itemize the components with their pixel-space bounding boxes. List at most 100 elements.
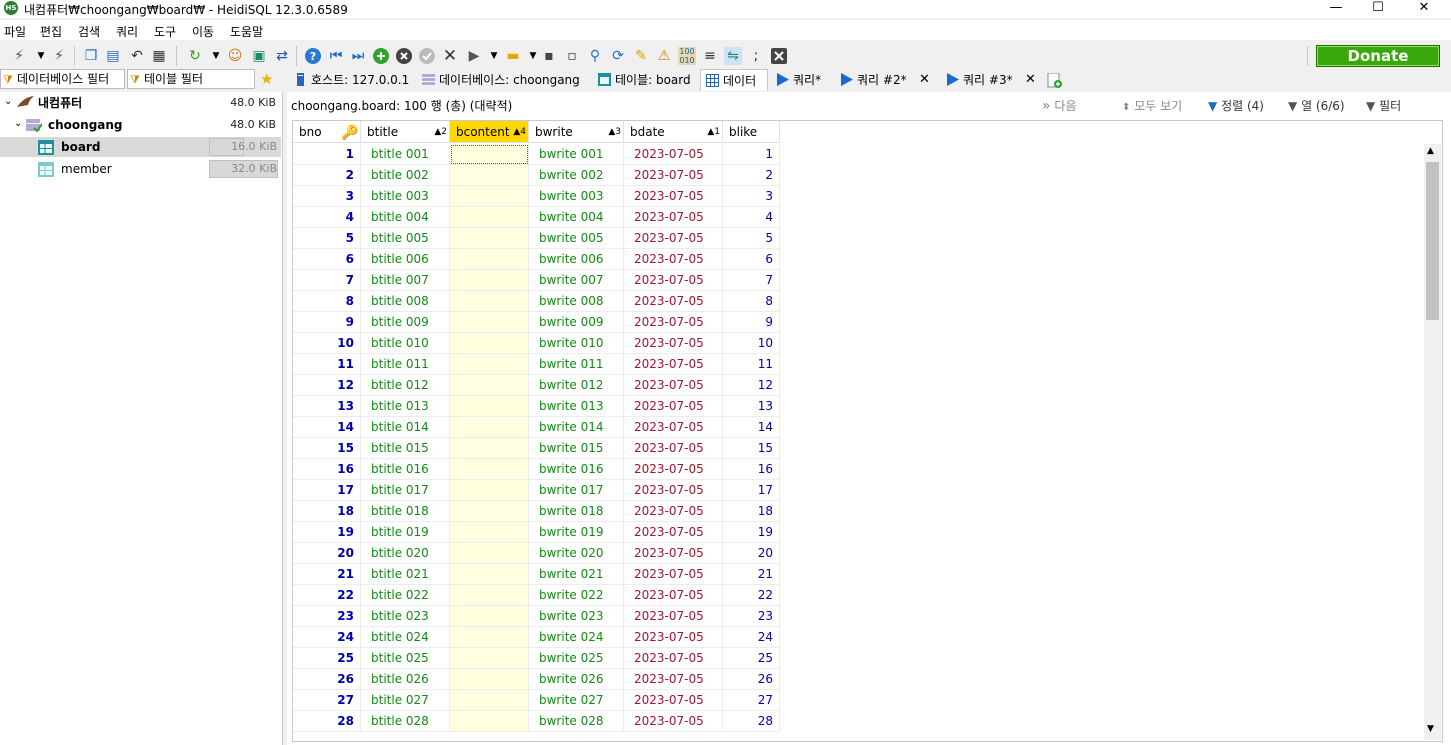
cell-bcontent[interactable] xyxy=(450,186,529,207)
cell-btitle[interactable]: btitle 002 xyxy=(361,165,450,186)
cell-bno[interactable]: 15 xyxy=(293,438,361,459)
binary-mode-icon[interactable]: 100 010 xyxy=(678,47,696,65)
menu-edit[interactable]: 편집 xyxy=(40,23,62,40)
cell-btitle[interactable]: btitle 010 xyxy=(361,333,450,354)
cell-bcontent[interactable] xyxy=(450,543,529,564)
cancel-icon[interactable]: ✕ xyxy=(441,47,459,65)
open-folder-icon[interactable]: ▬ xyxy=(504,47,522,65)
semicolon-icon[interactable]: ; xyxy=(747,47,765,65)
cell-bcontent[interactable] xyxy=(450,690,529,711)
cell-blike[interactable]: 22 xyxy=(723,585,780,606)
cell-bno[interactable]: 26 xyxy=(293,669,361,690)
cell-bno[interactable]: 24 xyxy=(293,627,361,648)
close-tab-query-3-icon[interactable]: ✕ xyxy=(1025,69,1036,91)
tree-node-database[interactable]: ⌄ choongang 48.0 KiB xyxy=(14,115,280,135)
cell-bwrite[interactable]: bwrite 024 xyxy=(529,627,624,648)
cell-blike[interactable]: 5 xyxy=(723,228,780,249)
first-record-icon[interactable]: ⏮ xyxy=(327,47,345,65)
cell-blike[interactable]: 17 xyxy=(723,480,780,501)
tree-node-table-board[interactable]: board 16.0 KiB xyxy=(0,137,281,157)
cell-bcontent[interactable] xyxy=(450,501,529,522)
tab-query-3[interactable]: 쿼리 #3* ✕ xyxy=(941,69,1041,91)
cell-blike[interactable]: 25 xyxy=(723,648,780,669)
cell-bdate[interactable]: 2023-07-05 xyxy=(624,270,723,291)
cell-btitle[interactable]: btitle 021 xyxy=(361,564,450,585)
cell-bwrite[interactable]: bwrite 014 xyxy=(529,417,624,438)
cell-bcontent[interactable] xyxy=(450,270,529,291)
cell-bwrite[interactable]: bwrite 018 xyxy=(529,501,624,522)
cell-blike[interactable]: 1 xyxy=(723,144,780,165)
cell-bno[interactable]: 3 xyxy=(293,186,361,207)
cell-bdate[interactable]: 2023-07-05 xyxy=(624,564,723,585)
cell-blike[interactable]: 18 xyxy=(723,501,780,522)
cell-blike[interactable]: 19 xyxy=(723,522,780,543)
cell-bdate[interactable]: 2023-07-05 xyxy=(624,711,723,732)
cell-bwrite[interactable]: bwrite 011 xyxy=(529,354,624,375)
cell-blike[interactable]: 8 xyxy=(723,291,780,312)
cell-btitle[interactable]: btitle 015 xyxy=(361,438,450,459)
close-window-button[interactable]: ✕ xyxy=(1401,0,1447,18)
cell-bdate[interactable]: 2023-07-05 xyxy=(624,501,723,522)
cell-blike[interactable]: 28 xyxy=(723,711,780,732)
cell-bno[interactable]: 12 xyxy=(293,375,361,396)
cell-bcontent[interactable] xyxy=(450,333,529,354)
cell-blike[interactable]: 6 xyxy=(723,249,780,270)
columns-button[interactable]: ▼ 열 (6/6) xyxy=(1288,97,1345,114)
tab-data[interactable]: 데이터 xyxy=(700,69,768,91)
cell-btitle[interactable]: btitle 009 xyxy=(361,312,450,333)
cell-bno[interactable]: 8 xyxy=(293,291,361,312)
column-header-btitle[interactable]: btitle ▲2 xyxy=(361,121,450,143)
menu-query[interactable]: 쿼리 xyxy=(116,23,138,40)
cell-bno[interactable]: 18 xyxy=(293,501,361,522)
cell-bcontent[interactable] xyxy=(450,438,529,459)
cell-bwrite[interactable]: bwrite 007 xyxy=(529,270,624,291)
cell-bno[interactable]: 10 xyxy=(293,333,361,354)
cell-bcontent[interactable] xyxy=(450,144,529,165)
cell-bwrite[interactable]: bwrite 008 xyxy=(529,291,624,312)
cell-bwrite[interactable]: bwrite 027 xyxy=(529,690,624,711)
tree-node-root[interactable]: ⌄ 내컴퓨터 48.0 KiB xyxy=(4,93,280,113)
cell-btitle[interactable]: btitle 022 xyxy=(361,585,450,606)
transfer-icon[interactable]: ⇄ xyxy=(273,47,291,65)
cell-bwrite[interactable]: bwrite 021 xyxy=(529,564,624,585)
cell-btitle[interactable]: btitle 017 xyxy=(361,480,450,501)
user-manager-icon[interactable]: ☺ xyxy=(226,47,244,65)
cell-blike[interactable]: 10 xyxy=(723,333,780,354)
cell-bno[interactable]: 19 xyxy=(293,522,361,543)
cell-bno[interactable]: 20 xyxy=(293,543,361,564)
cell-btitle[interactable]: btitle 020 xyxy=(361,543,450,564)
cell-bdate[interactable]: 2023-07-05 xyxy=(624,690,723,711)
cell-bcontent[interactable] xyxy=(450,312,529,333)
sort-button[interactable]: ▼ 정렬 (4) xyxy=(1208,97,1264,114)
cell-bwrite[interactable]: bwrite 010 xyxy=(529,333,624,354)
close-tab-query-2-icon[interactable]: ✕ xyxy=(919,69,930,91)
cell-bwrite[interactable]: bwrite 003 xyxy=(529,186,624,207)
filter-button[interactable]: ▼ 필터 xyxy=(1366,97,1401,114)
warning-icon[interactable]: ⚠ xyxy=(655,47,673,65)
copy-icon[interactable]: ❐ xyxy=(82,47,100,65)
add-record-icon[interactable] xyxy=(372,47,390,65)
cell-bwrite[interactable]: bwrite 020 xyxy=(529,543,624,564)
cell-bdate[interactable]: 2023-07-05 xyxy=(624,585,723,606)
cell-bwrite[interactable]: bwrite 004 xyxy=(529,207,624,228)
cell-bcontent[interactable] xyxy=(450,417,529,438)
cell-btitle[interactable]: btitle 012 xyxy=(361,375,450,396)
data-grid[interactable]: bno 🔑 btitle ▲2 bcontent ▲4 bwrite ▲3 bdate ▲1 bli… xyxy=(292,120,1443,742)
cell-blike[interactable]: 20 xyxy=(723,543,780,564)
cell-btitle[interactable]: btitle 026 xyxy=(361,669,450,690)
cell-bcontent[interactable] xyxy=(450,228,529,249)
connect-plug-icon[interactable]: ⚡ xyxy=(10,47,28,65)
cell-btitle[interactable]: btitle 013 xyxy=(361,396,450,417)
cell-bwrite[interactable]: bwrite 009 xyxy=(529,312,624,333)
cell-blike[interactable]: 7 xyxy=(723,270,780,291)
print-icon[interactable]: ▦ xyxy=(150,47,168,65)
cell-bcontent[interactable] xyxy=(450,207,529,228)
cell-btitle[interactable]: btitle 028 xyxy=(361,711,450,732)
column-header-bwrite[interactable]: bwrite ▲3 xyxy=(529,121,624,143)
column-header-bcontent[interactable]: bcontent ▲4 xyxy=(450,121,529,143)
post-record-icon[interactable] xyxy=(418,47,436,65)
cell-bdate[interactable]: 2023-07-05 xyxy=(624,228,723,249)
save-as-icon[interactable]: ▫ xyxy=(563,47,581,65)
cell-bcontent[interactable] xyxy=(450,711,529,732)
format-brush-icon[interactable]: ✎ xyxy=(632,47,650,65)
